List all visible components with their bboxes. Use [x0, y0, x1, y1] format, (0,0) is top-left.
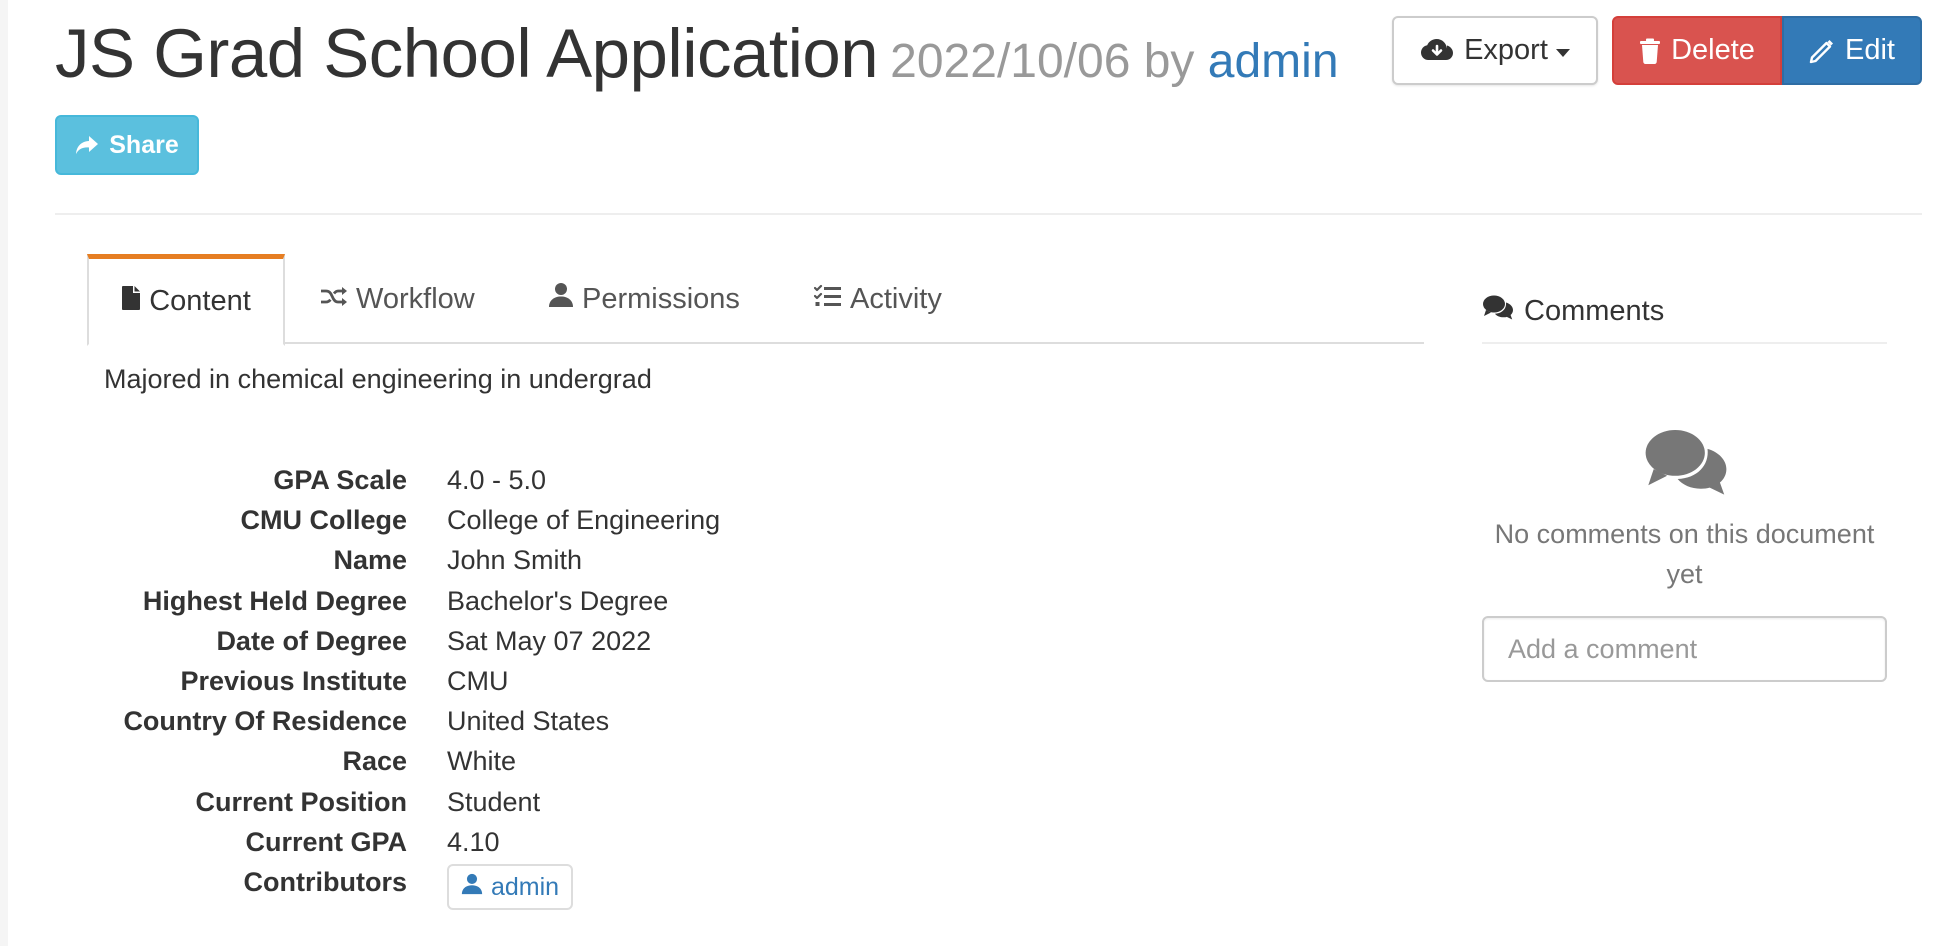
field-key: Highest Held Degree	[142, 585, 407, 616]
left-edge	[0, 0, 8, 946]
no-comments-message: No comments on this document yet	[1494, 519, 1875, 589]
field-value: Student	[447, 786, 541, 817]
shuffle-icon	[320, 283, 348, 316]
document-header: JS Grad School Application 2022/10/06 by …	[55, 14, 1339, 93]
field-value: United States	[447, 706, 610, 737]
cloud-download-icon	[1420, 37, 1454, 65]
edit-label: Edit	[1845, 34, 1895, 66]
contributors-key: Contributors	[243, 866, 407, 897]
header-divider	[55, 213, 1922, 215]
document-meta: 2022/10/06 by admin	[890, 35, 1338, 88]
document-title: JS Grad School Application	[55, 15, 879, 92]
contributor-name: admin	[491, 872, 560, 901]
add-comment-input[interactable]	[1482, 616, 1887, 682]
field-value: 4.10	[447, 826, 500, 857]
field-value: CMU	[447, 665, 509, 696]
document-summary: Majored in chemical engineering in under…	[104, 364, 652, 394]
comments-heading-label: Comments	[1524, 294, 1665, 327]
field-key: Name	[333, 545, 407, 576]
document-date: 2022/10/06	[890, 35, 1131, 88]
export-label: Export	[1464, 34, 1548, 66]
trash-icon	[1639, 38, 1661, 64]
caret-down-icon	[1555, 48, 1570, 57]
field-key: Previous Institute	[180, 665, 407, 696]
user-icon	[461, 867, 483, 907]
field-key: Country Of Residence	[123, 706, 407, 737]
field-value: 4.0 - 5.0	[447, 465, 547, 495]
tab-content[interactable]: Content	[87, 254, 285, 346]
tab-workflow[interactable]: Workflow	[320, 254, 475, 344]
delete-label: Delete	[1671, 34, 1755, 66]
field-value: Sat May 07 2022	[447, 625, 652, 656]
field-value: College of Engineering	[447, 505, 721, 536]
tab-permissions-label: Permissions	[582, 282, 740, 315]
contributor-badge[interactable]: admin	[447, 863, 574, 910]
file-icon	[121, 285, 141, 319]
comments-icon-large	[1642, 426, 1730, 501]
field-key: GPA Scale	[273, 465, 407, 495]
comments-heading: Comments	[1482, 280, 1887, 344]
pencil-icon	[1809, 38, 1835, 64]
share-icon	[75, 135, 99, 155]
field-value: Bachelor's Degree	[447, 585, 669, 616]
document-tabs: Content Workflow Permissions Activity	[87, 254, 1424, 346]
list-check-icon	[813, 283, 842, 316]
tab-permissions[interactable]: Permissions	[548, 254, 740, 344]
by-label: by	[1143, 35, 1195, 88]
share-button[interactable]: Share	[55, 115, 199, 175]
tab-activity[interactable]: Activity	[813, 254, 942, 344]
delete-button[interactable]: Delete	[1612, 16, 1782, 85]
share-label: Share	[109, 130, 179, 159]
field-key: CMU College	[240, 505, 407, 536]
field-key: Current GPA	[245, 826, 407, 857]
tab-content-label: Content	[149, 285, 251, 317]
document-page: JS Grad School Application 2022/10/06 by …	[0, 0, 1946, 946]
tab-activity-label: Activity	[850, 282, 942, 315]
export-button[interactable]: Export	[1392, 16, 1598, 85]
user-icon	[548, 282, 574, 316]
contributors-value: admin	[447, 862, 574, 910]
field-key: Current Position	[195, 786, 407, 817]
comments-icon	[1482, 294, 1514, 328]
field-value: White	[447, 746, 517, 777]
field-value: John Smith	[447, 545, 583, 576]
field-key: Race	[342, 746, 407, 777]
author-link[interactable]: admin	[1208, 35, 1339, 88]
tab-workflow-label: Workflow	[356, 282, 475, 315]
field-key: Date of Degree	[216, 625, 407, 656]
edit-button[interactable]: Edit	[1782, 16, 1922, 85]
